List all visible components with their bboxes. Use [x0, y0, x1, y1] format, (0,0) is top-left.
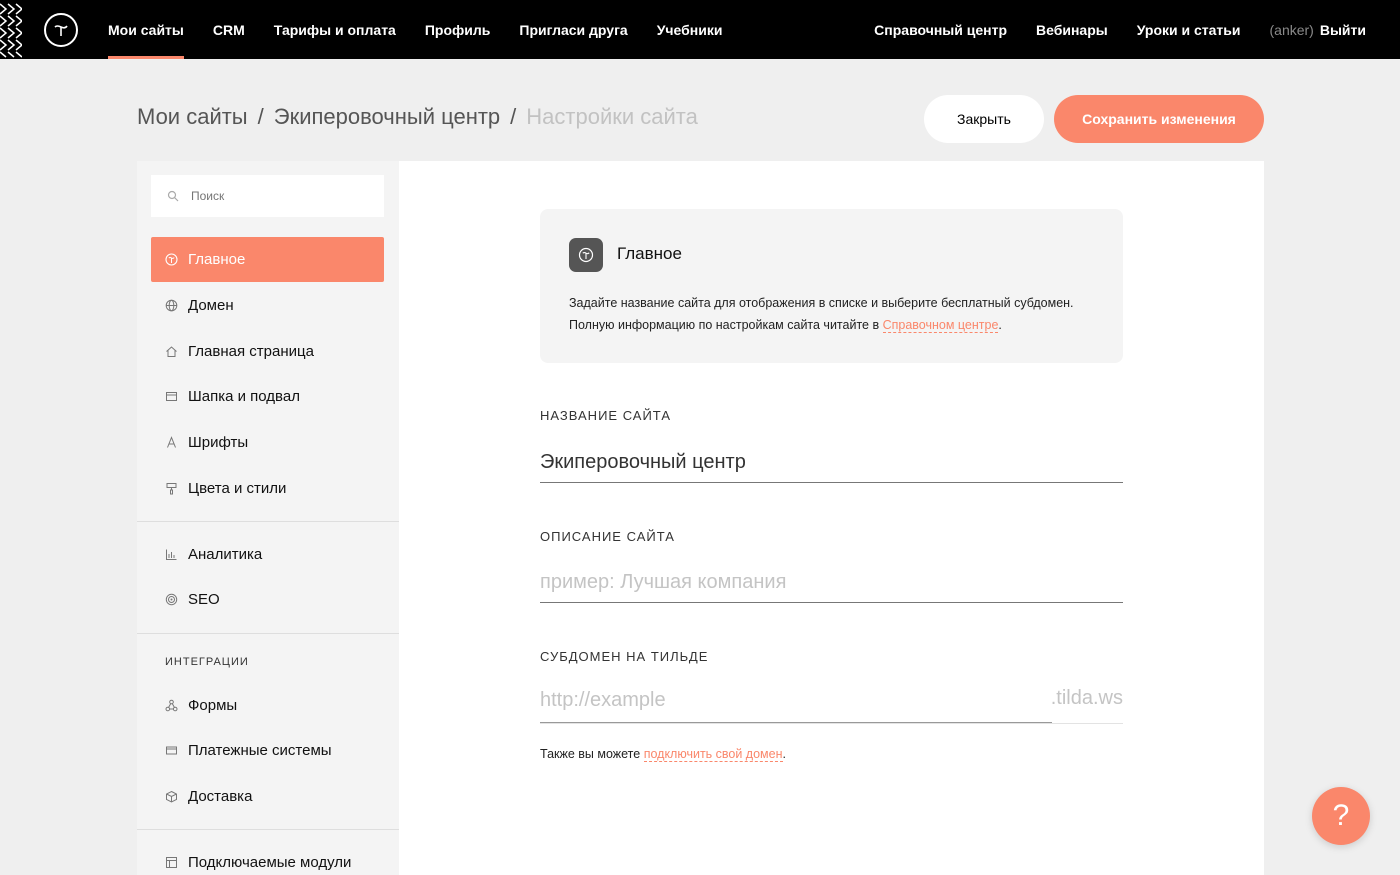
- sidebar-divider: [137, 829, 399, 830]
- subdomain-field: .tilda.ws: [540, 679, 1123, 724]
- help-center-link[interactable]: Справочном центре: [882, 318, 999, 333]
- settings-panel: Главное Домен Главная страница Шапка и п…: [137, 161, 1264, 875]
- nav-help-center[interactable]: Справочный центр: [874, 0, 1007, 59]
- layout-icon: [165, 390, 178, 403]
- bar-chart-icon: [165, 548, 178, 561]
- info-text-suffix: .: [998, 318, 1002, 332]
- sidebar-item-header-footer[interactable]: Шапка и подвал: [151, 374, 384, 419]
- site-description-label: ОПИСАНИЕ САЙТА: [540, 529, 675, 544]
- sidebar-item-plugins[interactable]: Подключаемые модули: [151, 840, 384, 875]
- breadcrumb-separator: /: [510, 104, 517, 129]
- target-icon: [165, 593, 178, 606]
- sidebar-item-homepage[interactable]: Главная страница: [151, 329, 384, 374]
- globe-icon: [165, 299, 178, 312]
- user-handle: (anker): [1269, 21, 1314, 38]
- custom-domain-note: Также вы можете подключить свой домен.: [540, 747, 786, 762]
- note-suffix: .: [782, 747, 786, 761]
- font-icon: [165, 436, 178, 449]
- settings-sidebar: Главное Домен Главная страница Шапка и п…: [137, 161, 399, 875]
- breadcrumb-site[interactable]: Экиперовочный центр: [274, 104, 500, 130]
- info-description: Задайте название сайта для отображения в…: [569, 292, 1099, 336]
- breadcrumb-my-sites[interactable]: Мои сайты: [137, 104, 248, 130]
- save-changes-button[interactable]: Сохранить изменения: [1054, 95, 1264, 143]
- modules-icon: [165, 856, 178, 869]
- secondary-nav: Справочный центр Вебинары Уроки и статьи…: [845, 0, 1366, 59]
- tilda-logo-icon: [569, 238, 603, 272]
- sidebar-item-label: Доставка: [188, 788, 253, 805]
- breadcrumb-current: Настройки сайта: [526, 104, 698, 129]
- sidebar-item-colors-styles[interactable]: Цвета и стили: [151, 466, 384, 511]
- sidebar-item-seo[interactable]: SEO: [151, 577, 384, 622]
- subdomain-input[interactable]: [540, 679, 1052, 723]
- breadcrumb-separator: /: [257, 104, 264, 129]
- sidebar-item-label: Цвета и стили: [188, 480, 287, 497]
- logout-label: Выйти: [1319, 21, 1366, 38]
- nav-tariffs[interactable]: Тарифы и оплата: [274, 0, 396, 59]
- breadcrumb: Мои сайты / Экиперовочный центр / Настро…: [137, 104, 708, 130]
- sidebar-item-analytics[interactable]: Аналитика: [151, 532, 384, 577]
- search-input[interactable]: [191, 189, 371, 203]
- logout-link[interactable]: (anker) Выйти: [1270, 0, 1367, 59]
- top-navigation-bar: Мои сайты CRM Тарифы и оплата Профиль Пр…: [0, 0, 1400, 59]
- nav-profile[interactable]: Профиль: [425, 0, 491, 59]
- sidebar-item-label: Подключаемые модули: [188, 854, 352, 871]
- tilda-logo-icon: [165, 253, 178, 266]
- connect-domain-link[interactable]: подключить свой домен: [643, 747, 783, 762]
- sidebar-item-domain[interactable]: Домен: [151, 283, 384, 328]
- note-prefix: Также вы можете: [540, 747, 644, 761]
- nav-lessons[interactable]: Уроки и статьи: [1137, 0, 1241, 59]
- sidebar-search: [151, 175, 384, 217]
- forms-icon: [165, 699, 178, 712]
- zigzag-pattern-icon: [0, 3, 22, 58]
- info-title: Главное: [617, 244, 682, 263]
- tilda-logo-icon[interactable]: [44, 13, 78, 47]
- paint-roller-icon: [165, 482, 178, 495]
- box-icon: [165, 790, 178, 803]
- sidebar-item-label: Главное: [188, 251, 246, 268]
- close-button[interactable]: Закрыть: [924, 95, 1044, 143]
- nav-my-sites[interactable]: Мои сайты: [108, 0, 184, 59]
- help-button[interactable]: ?: [1312, 787, 1370, 845]
- card-icon: [165, 744, 178, 757]
- sidebar-item-payment-systems[interactable]: Платежные системы: [151, 728, 384, 773]
- info-card: Главное Задайте название сайта для отобр…: [540, 209, 1123, 363]
- site-name-input[interactable]: [540, 443, 1123, 483]
- subdomain-suffix: .tilda.ws: [1050, 687, 1123, 709]
- sidebar-item-delivery[interactable]: Доставка: [151, 774, 384, 819]
- sidebar-item-label: Платежные системы: [188, 742, 332, 759]
- sidebar-item-main[interactable]: Главное: [151, 237, 384, 282]
- sidebar-item-label: Домен: [188, 297, 234, 314]
- sidebar-item-label: Шапка и подвал: [188, 388, 300, 405]
- info-text-line1: Задайте название сайта для отображения в…: [569, 296, 1074, 310]
- subdomain-label: СУБДОМЕН НА ТИЛЬДЕ: [540, 649, 709, 664]
- info-text-line2: Полную информацию по настройкам сайта чи…: [569, 318, 883, 332]
- sidebar-item-label: Аналитика: [188, 546, 263, 563]
- site-description-input[interactable]: [540, 563, 1123, 603]
- sidebar-item-label: Шрифты: [188, 434, 249, 451]
- nav-tutorials[interactable]: Учебники: [657, 0, 723, 59]
- sidebar-item-label: Формы: [188, 697, 238, 714]
- sidebar-divider: [137, 633, 399, 634]
- sidebar-item-fonts[interactable]: Шрифты: [151, 420, 384, 465]
- main-nav: Мои сайты CRM Тарифы и оплата Профиль Пр…: [108, 0, 751, 59]
- nav-webinars[interactable]: Вебинары: [1036, 0, 1108, 59]
- home-icon: [165, 345, 178, 358]
- sidebar-item-label: SEO: [188, 591, 220, 608]
- sidebar-item-label: Главная страница: [188, 343, 314, 360]
- nav-invite-friend[interactable]: Пригласи друга: [519, 0, 627, 59]
- sidebar-item-forms[interactable]: Формы: [151, 683, 384, 728]
- sidebar-divider: [137, 521, 399, 522]
- search-icon: [167, 190, 179, 202]
- nav-crm[interactable]: CRM: [213, 0, 245, 59]
- sidebar-section-integrations: ИНТЕГРАЦИИ: [165, 656, 249, 668]
- site-name-label: НАЗВАНИЕ САЙТА: [540, 408, 671, 423]
